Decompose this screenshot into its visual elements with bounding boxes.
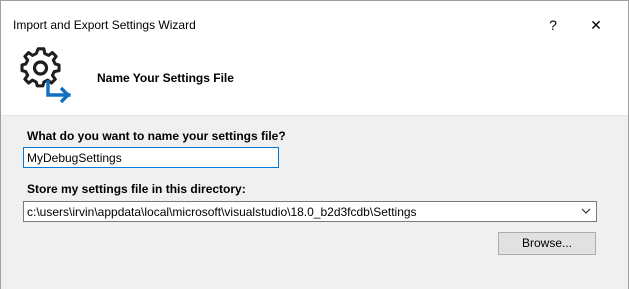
window-title: Import and Export Settings Wizard <box>13 18 196 32</box>
directory-label: Store my settings file in this directory… <box>27 182 246 196</box>
help-button[interactable]: ? <box>543 16 563 34</box>
gear-arrow-icon <box>20 47 71 104</box>
name-label: What do you want to name your settings f… <box>27 129 286 143</box>
close-button[interactable]: ✕ <box>586 16 606 34</box>
wizard-header: Name Your Settings File <box>1 46 628 115</box>
chevron-down-icon[interactable] <box>580 205 592 217</box>
header-divider <box>1 115 628 116</box>
page-title: Name Your Settings File <box>97 71 234 85</box>
settings-name-input[interactable] <box>23 147 279 168</box>
title-bar: Import and Export Settings Wizard ? ✕ <box>1 1 628 46</box>
wizard-window: Import and Export Settings Wizard ? ✕ Na… <box>0 0 629 289</box>
browse-button[interactable]: Browse... <box>498 232 596 255</box>
directory-combobox[interactable]: c:\users\irvin\appdata\local\microsoft\v… <box>23 201 597 222</box>
directory-value: c:\users\irvin\appdata\local\microsoft\v… <box>27 205 417 219</box>
